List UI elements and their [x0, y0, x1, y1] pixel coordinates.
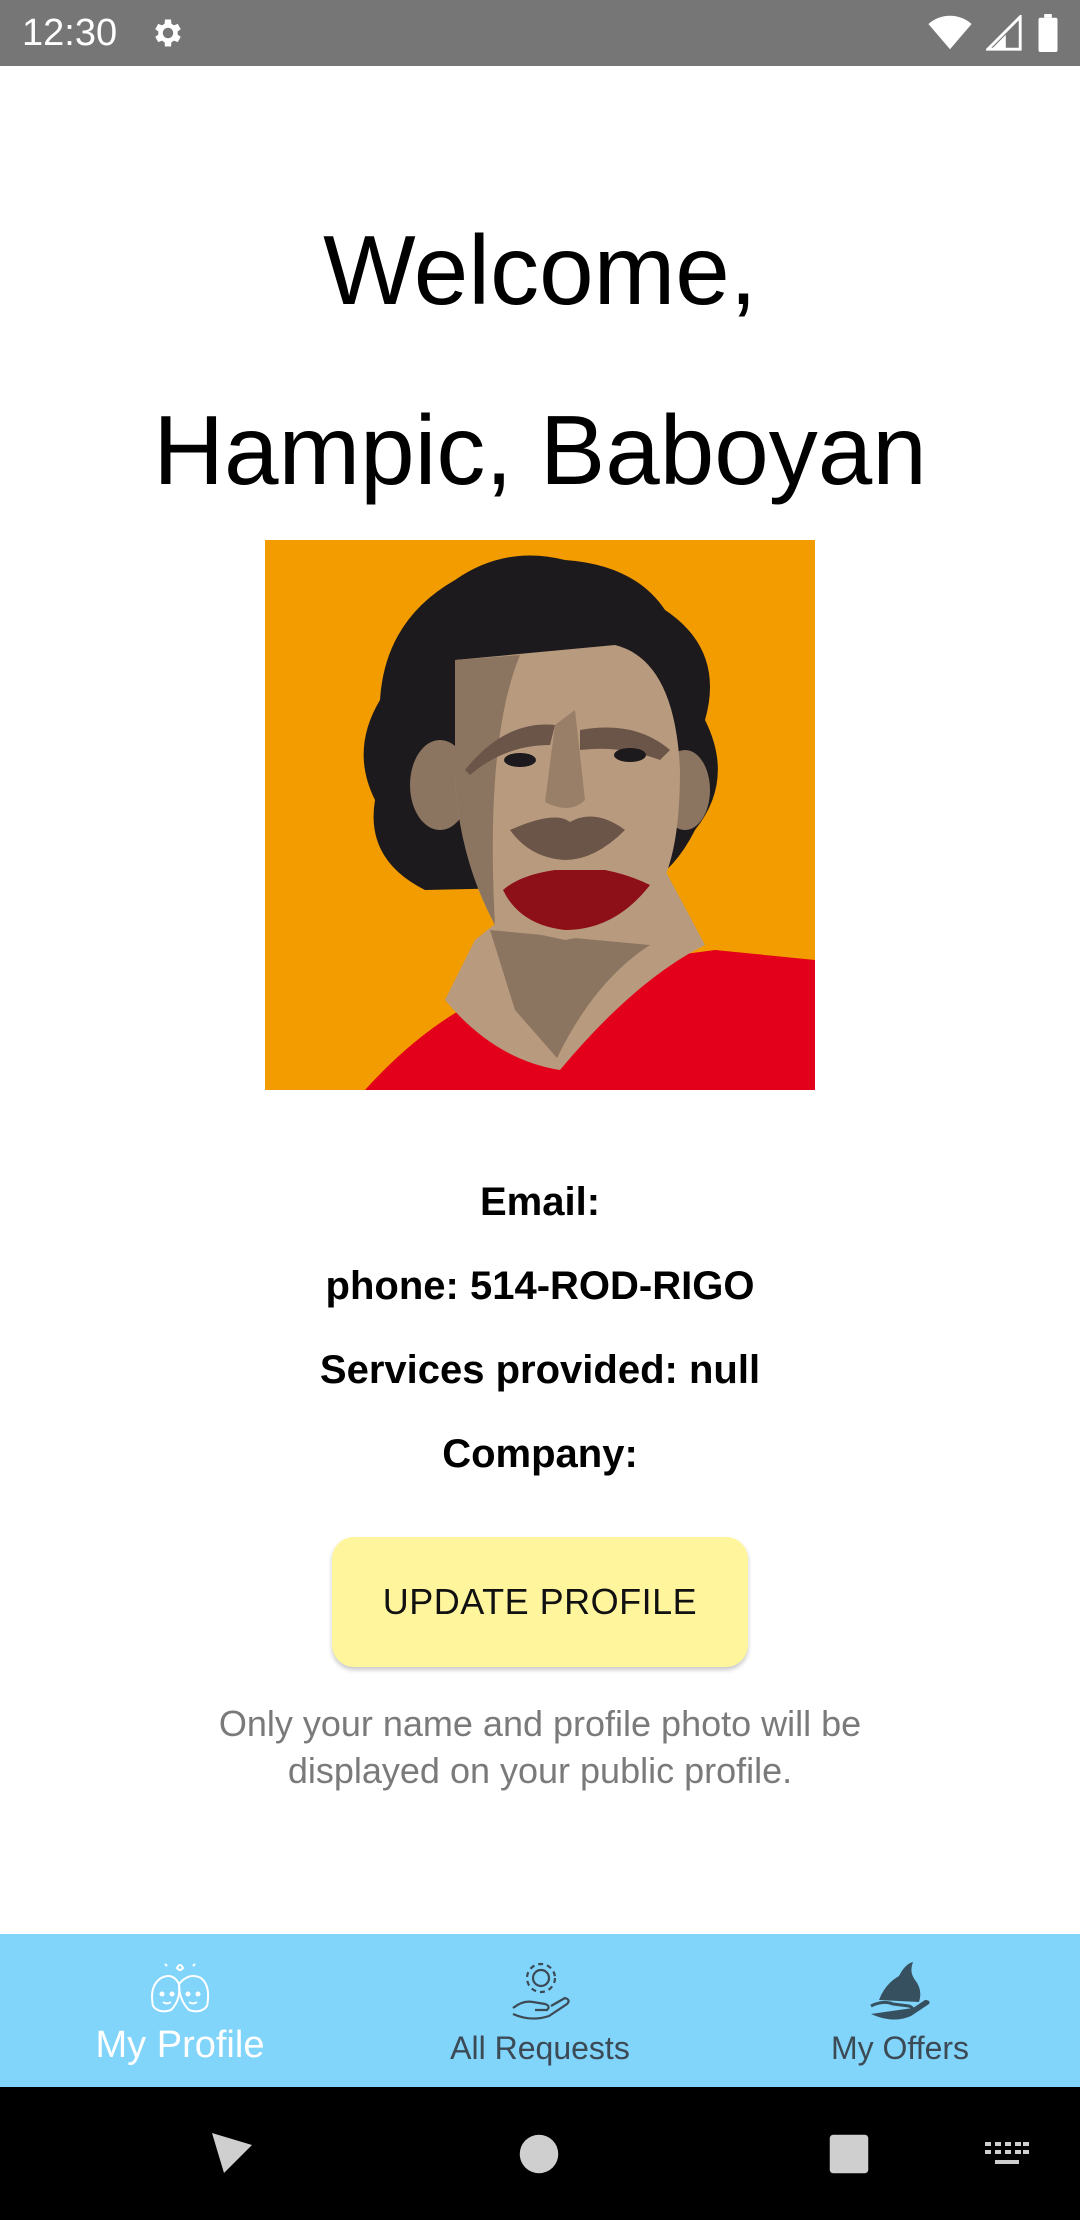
bottom-nav: My Profile All Requests My Offers: [0, 1934, 1080, 2087]
people-faces-icon: [151, 1963, 210, 2013]
tab-my-profile[interactable]: My Profile: [0, 1934, 360, 2087]
update-profile-button[interactable]: UPDATE PROFILE: [332, 1537, 748, 1667]
system-nav-bar: [0, 2087, 1080, 2220]
avatar: [265, 540, 815, 1090]
tab-label: My Profile: [95, 2024, 265, 2066]
user-name: Hampic, Baboyan: [153, 395, 927, 505]
phone-line: phone: 514-ROD-RIGO: [325, 1264, 755, 1308]
wifi-icon: [928, 15, 972, 50]
recents-icon[interactable]: [828, 2133, 870, 2175]
company-label: Company:: [442, 1432, 638, 1476]
battery-icon: [1038, 14, 1058, 52]
tab-label: All Requests: [450, 2030, 630, 2066]
keyboard-icon[interactable]: [985, 2142, 1029, 2170]
signal-icon: [986, 15, 1022, 51]
services-line: Services provided: null: [319, 1348, 761, 1392]
settings-gear-icon: [155, 19, 181, 47]
hand-offer-icon: [870, 1962, 930, 2020]
welcome-line: Welcome,: [323, 215, 757, 325]
back-icon[interactable]: [208, 2129, 256, 2177]
email-label: Email:: [479, 1180, 601, 1224]
home-icon[interactable]: [518, 2133, 560, 2175]
gear-hand-icon: [512, 1962, 570, 2020]
tab-label: My Offers: [830, 2030, 970, 2066]
tab-all-requests[interactable]: All Requests: [360, 1934, 720, 2087]
status-time: 12:30: [22, 12, 118, 54]
welcome-heading: Welcome, Hampic, Baboyan: [0, 180, 1080, 540]
tab-my-offers[interactable]: My Offers: [720, 1934, 1080, 2087]
public-profile-note: Only your name and profile photo will be…: [218, 1703, 862, 1791]
status-bar: 12:30: [0, 0, 1080, 66]
